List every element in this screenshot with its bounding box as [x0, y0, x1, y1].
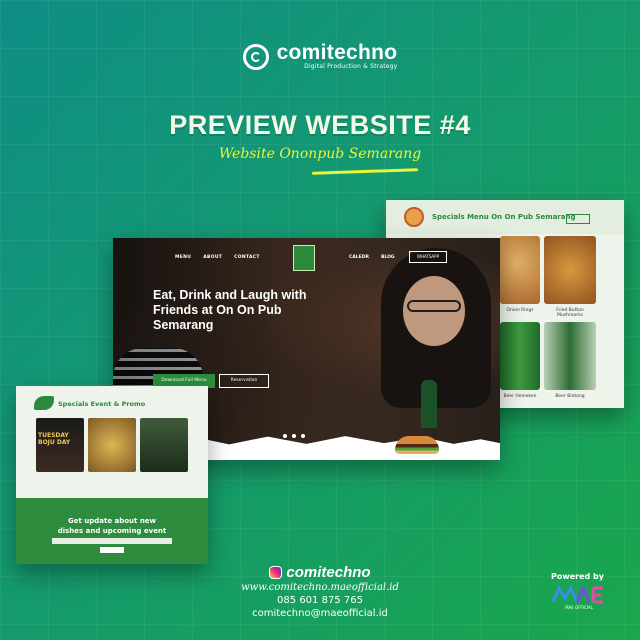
- food-image-onion-rings: [500, 236, 540, 304]
- hero-nav-left: MENU ABOUT CONTACT: [175, 255, 260, 260]
- reservation-button[interactable]: Reservation: [219, 374, 269, 388]
- food-label: Onion Rings: [506, 308, 534, 313]
- nav-calendar[interactable]: CALEDR: [349, 255, 369, 260]
- nav-blog[interactable]: BLOG: [381, 255, 395, 260]
- food-image-mushrooms: [544, 236, 596, 304]
- newsletter-email-input[interactable]: [52, 538, 172, 544]
- powered-by-label: Powered by: [551, 572, 604, 581]
- hero-nav-right: CALEDR BLOG: [349, 255, 395, 260]
- menu-title: Specials Menu On On Pub Semarang: [432, 213, 576, 221]
- event-image-food: [88, 418, 136, 472]
- pizza-icon: [404, 207, 424, 227]
- ononpub-logo[interactable]: [293, 245, 315, 271]
- brand-header: comitechno Digital Production & Strategy: [0, 41, 640, 70]
- food-label: Fried Button Mushrooms: [556, 308, 584, 318]
- mae-logo-text: MAE OFFICIAL: [565, 605, 594, 610]
- poster-text: TUESDAY BOJU DAY: [38, 432, 71, 446]
- food-image-bintang: [544, 322, 596, 390]
- menu-button: [566, 214, 590, 224]
- footer-email[interactable]: comitechno@maeofficial.id: [0, 607, 640, 620]
- footer: comitechno www.comitechno.maeofficial.id…: [0, 564, 640, 620]
- newsletter-submit-button[interactable]: [100, 547, 124, 553]
- brand-tagline: Digital Production & Strategy: [304, 63, 398, 70]
- footer-website[interactable]: www.comitechno.maeofficial.id: [0, 581, 640, 594]
- footer-phone: 085 601 875 765: [277, 595, 363, 606]
- food-image-heineken: [500, 322, 540, 390]
- event-poster: TUESDAY BOJU DAY: [36, 418, 84, 472]
- nav-contact[interactable]: CONTACT: [234, 255, 260, 260]
- event-mockup: Specials Event & Promo TUESDAY BOJU DAY …: [16, 386, 208, 564]
- nav-menu[interactable]: MENU: [175, 255, 191, 260]
- burger-image: [395, 436, 439, 454]
- food-label: Beer Bintang: [555, 394, 585, 399]
- mae-official-logo: MAE OFFICIAL: [551, 584, 603, 610]
- leaf-icon: [34, 396, 54, 410]
- page-subtitle: Website Ononpub Semarang: [218, 146, 422, 162]
- hero-heading: Eat, Drink and Laugh with Friends at On …: [153, 288, 307, 332]
- instagram-handle[interactable]: comitechno: [286, 564, 370, 581]
- comitechno-logo-icon: [242, 43, 269, 70]
- carousel-dots[interactable]: [283, 434, 305, 438]
- nav-about[interactable]: ABOUT: [203, 255, 222, 260]
- page-headline: PREVIEW WEBSITE #4: [169, 110, 471, 140]
- whatsapp-button[interactable]: WHATSAPP: [409, 251, 447, 263]
- event-title: Specials Event & Promo: [58, 400, 146, 408]
- food-label: Beer Heineken: [503, 394, 537, 399]
- newsletter-heading: Get update about new dishes and upcoming…: [57, 517, 167, 535]
- instagram-icon: [269, 566, 283, 579]
- brand-name: comitechno: [276, 41, 398, 64]
- event-image-drinks: [140, 418, 188, 472]
